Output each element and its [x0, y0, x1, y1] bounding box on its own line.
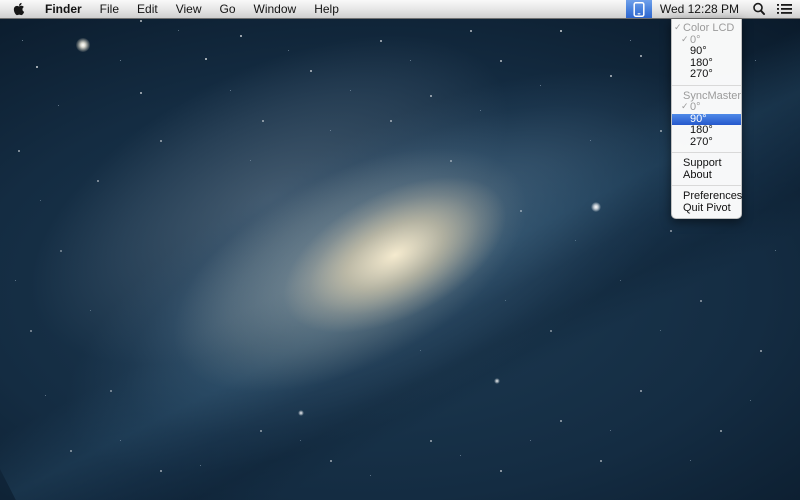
- menubar-menu-window[interactable]: Window: [245, 0, 306, 18]
- menubar-menus: FileEditViewGoWindowHelp: [91, 0, 348, 18]
- menu-separator: [672, 85, 741, 86]
- galaxy-haze: [0, 0, 672, 500]
- menubar-menu-view[interactable]: View: [167, 0, 211, 18]
- menu-item-label: 180°: [690, 57, 713, 69]
- menu-bar-left: Finder FileEditViewGoWindowHelp: [0, 0, 348, 18]
- pivot-dropdown-menu: ✓Color LCD✓0°90°180°270°SyncMaster✓0°90°…: [671, 19, 742, 219]
- menubar-menu-file[interactable]: File: [91, 0, 128, 18]
- galaxy-core: [221, 113, 570, 396]
- menu-item-270[interactable]: 270°: [672, 69, 741, 81]
- pivot-menu-extra[interactable]: [626, 0, 652, 18]
- menu-bar-right: Wed 12:28 PM: [626, 0, 800, 18]
- bright-star: [494, 378, 500, 384]
- list-icon: [777, 3, 792, 15]
- bright-star: [298, 410, 304, 416]
- checkmark-icon: ✓: [674, 23, 682, 35]
- search-icon: [752, 2, 766, 16]
- menubar-menu-go[interactable]: Go: [211, 0, 245, 18]
- menu-item-label: 90°: [690, 113, 707, 125]
- menubar-menu-help[interactable]: Help: [305, 0, 348, 18]
- menu-item-label: 270°: [690, 68, 713, 80]
- menu-item-about[interactable]: About: [672, 170, 741, 182]
- display-portrait-icon: [633, 2, 645, 17]
- menu-item-syncmaster: SyncMaster: [672, 91, 741, 103]
- menu-item-label: 270°: [690, 136, 713, 148]
- spotlight-menu-extra[interactable]: [747, 0, 771, 18]
- menu-item-label: About: [683, 169, 712, 181]
- menubar-menu-edit[interactable]: Edit: [128, 0, 167, 18]
- menu-item-label: 0°: [690, 101, 701, 113]
- bright-star: [591, 202, 601, 212]
- menu-bar-clock[interactable]: Wed 12:28 PM: [652, 0, 747, 18]
- menu-item-label: Color LCD: [683, 22, 734, 34]
- menu-item-270[interactable]: 270°: [672, 137, 741, 149]
- bright-star: [76, 38, 90, 52]
- checkmark-icon: ✓: [681, 102, 689, 114]
- menu-item-label: 180°: [690, 124, 713, 136]
- menu-item-label: 0°: [690, 34, 701, 46]
- menu-item-label: SyncMaster: [683, 90, 741, 102]
- menu-separator: [672, 152, 741, 153]
- apple-logo-icon: [13, 2, 25, 16]
- menu-item-label: Preferences: [683, 190, 742, 202]
- menu-separator: [672, 185, 741, 186]
- notification-center-menu-extra[interactable]: [771, 0, 797, 18]
- menu-item-quit-pivot[interactable]: Quit Pivot: [672, 203, 741, 215]
- menu-item-color-lcd: ✓Color LCD: [672, 23, 741, 35]
- menu-bar: Finder FileEditViewGoWindowHelp Wed 12:2…: [0, 0, 800, 19]
- checkmark-icon: ✓: [681, 35, 689, 47]
- menubar-app-menu[interactable]: Finder: [36, 0, 91, 18]
- menu-item-label: Support: [683, 157, 722, 169]
- galaxy-warm-glow: [59, 36, 640, 500]
- menu-item-label: 90°: [690, 45, 707, 57]
- apple-menu[interactable]: [0, 0, 36, 18]
- menu-item-label: Quit Pivot: [683, 202, 731, 214]
